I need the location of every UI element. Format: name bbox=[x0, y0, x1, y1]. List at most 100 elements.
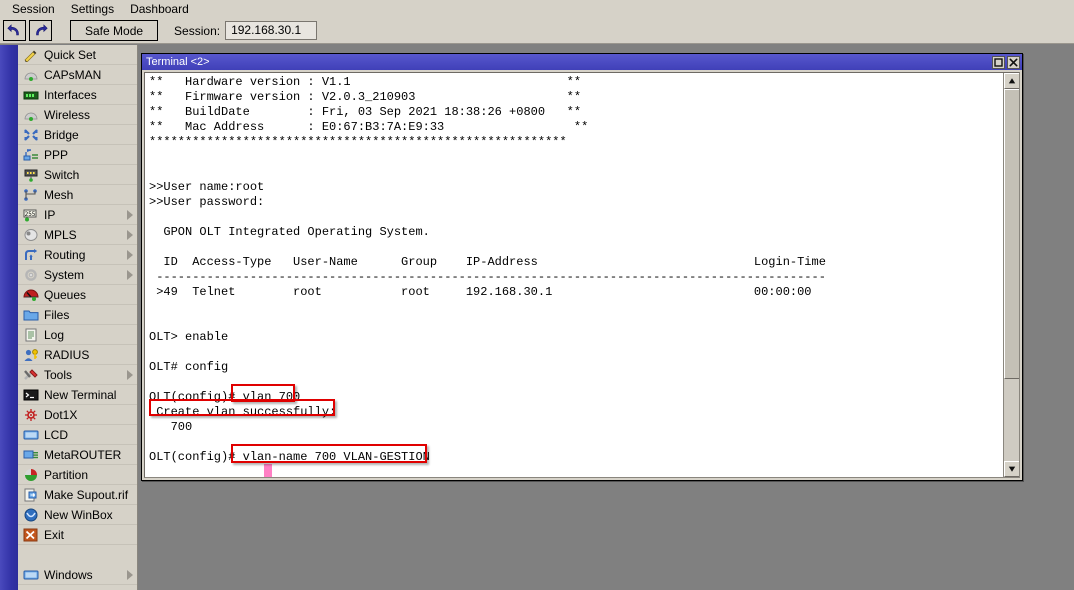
sidebar-item-windows[interactable]: Windows bbox=[18, 565, 138, 585]
terminal-body: ** Hardware version : V1.1 ** ** Firmwar… bbox=[142, 70, 1022, 480]
interfaces-icon bbox=[22, 87, 40, 103]
terminal-title-bar[interactable]: Terminal <2> bbox=[142, 54, 1022, 70]
sidebar-menu-list: Quick Set CAPsMAN Interfaces Wireless Bridge… bbox=[18, 45, 138, 590]
sidebar-item-new-winbox[interactable]: New WinBox bbox=[18, 505, 138, 525]
redo-arrow-icon bbox=[33, 24, 48, 37]
routing-icon bbox=[23, 248, 39, 262]
sidebar-separator bbox=[18, 545, 138, 565]
sidebar-item-quick-set[interactable]: Quick Set bbox=[18, 45, 138, 65]
terminal-window: Terminal <2> ** Hardware version : V1.1 … bbox=[141, 53, 1023, 481]
sidebar-item-ppp[interactable]: PPP bbox=[18, 145, 138, 165]
wand-icon bbox=[23, 48, 39, 62]
undo-arrow-icon bbox=[7, 24, 22, 37]
sidebar-item-dot1x[interactable]: Dot1X bbox=[18, 405, 138, 425]
sidebar-item-label: MPLS bbox=[44, 228, 77, 242]
partition-icon bbox=[22, 467, 40, 483]
sidebar-item-bridge[interactable]: Bridge bbox=[18, 125, 138, 145]
sidebar-item-label: MetaROUTER bbox=[44, 448, 121, 462]
sidebar-item-queues[interactable]: Queues bbox=[18, 285, 138, 305]
terminal-output-area[interactable]: ** Hardware version : V1.1 ** ** Firmwar… bbox=[144, 72, 1020, 478]
sidebar-item-label: CAPsMAN bbox=[44, 68, 101, 82]
mpls-icon bbox=[23, 228, 39, 242]
metarouter-icon bbox=[22, 447, 40, 463]
scroll-up-button[interactable] bbox=[1004, 73, 1020, 89]
sidebar-item-routing[interactable]: Routing bbox=[18, 245, 138, 265]
sidebar-item-radius[interactable]: RADIUS bbox=[18, 345, 138, 365]
terminal-text: ** Hardware version : V1.1 ** ** Firmwar… bbox=[149, 75, 1001, 478]
scroll-down-arrow-icon bbox=[1008, 465, 1016, 473]
scroll-up-arrow-icon bbox=[1008, 77, 1016, 85]
redo-button[interactable] bbox=[29, 20, 52, 41]
queues-icon bbox=[23, 288, 39, 302]
ip-255-icon: 255 bbox=[22, 207, 40, 223]
sidebar-item-partition[interactable]: Partition bbox=[18, 465, 138, 485]
sidebar-item-ip[interactable]: 255 IP bbox=[18, 205, 138, 225]
ppp-icon bbox=[22, 147, 40, 163]
chevron-right-icon bbox=[127, 230, 133, 240]
sidebar-item-label: Dot1X bbox=[44, 408, 77, 422]
sidebar-item-metarouter[interactable]: MetaROUTER bbox=[18, 445, 138, 465]
menu-item-dashboard[interactable]: Dashboard bbox=[122, 1, 197, 17]
sidebar-item-tools[interactable]: Tools bbox=[18, 365, 138, 385]
sidebar-item-capsman[interactable]: CAPsMAN bbox=[18, 65, 138, 85]
switch-icon bbox=[22, 167, 40, 183]
main-toolbar: Safe Mode Session: 192.168.30.1 bbox=[0, 18, 1074, 44]
maximize-icon bbox=[994, 58, 1003, 67]
scrollbar-thumb[interactable] bbox=[1004, 89, 1020, 379]
session-address-field[interactable]: 192.168.30.1 bbox=[225, 21, 317, 40]
menu-item-settings[interactable]: Settings bbox=[63, 1, 122, 17]
sidebar-item-label: PPP bbox=[44, 148, 68, 162]
bridge-icon bbox=[23, 128, 39, 142]
undo-button[interactable] bbox=[3, 20, 26, 41]
mesh-icon bbox=[22, 187, 40, 203]
sidebar-item-label: Quick Set bbox=[44, 48, 96, 62]
chevron-right-icon bbox=[127, 250, 133, 260]
sidebar-item-exit[interactable]: Exit bbox=[18, 525, 138, 545]
wand-icon bbox=[22, 47, 40, 63]
terminal-vertical-scrollbar[interactable] bbox=[1003, 73, 1019, 477]
routing-icon bbox=[22, 247, 40, 263]
gear-icon bbox=[23, 268, 39, 282]
sidebar-item-log[interactable]: Log bbox=[18, 325, 138, 345]
mesh-icon bbox=[23, 188, 39, 202]
sidebar-item-new-terminal[interactable]: New Terminal bbox=[18, 385, 138, 405]
folder-icon bbox=[23, 308, 39, 322]
scrollbar-track[interactable] bbox=[1004, 89, 1020, 461]
sidebar-item-mpls[interactable]: MPLS bbox=[18, 225, 138, 245]
sidebar-item-make-supout-rif[interactable]: Make Supout.rif bbox=[18, 485, 138, 505]
radius-user-icon bbox=[23, 348, 39, 362]
sidebar-item-wireless[interactable]: Wireless bbox=[18, 105, 138, 125]
sidebar-item-label: New WinBox bbox=[44, 508, 113, 522]
terminal-icon bbox=[23, 388, 39, 402]
sidebar-item-interfaces[interactable]: Interfaces bbox=[18, 85, 138, 105]
sidebar-item-label: IP bbox=[44, 208, 55, 222]
safe-mode-button[interactable]: Safe Mode bbox=[70, 20, 158, 41]
scroll-down-button[interactable] bbox=[1004, 461, 1020, 477]
antenna-icon bbox=[23, 68, 39, 82]
ppp-icon bbox=[23, 148, 39, 162]
sidebar-item-label: Bridge bbox=[44, 128, 79, 142]
main-menu-bar: Session Settings Dashboard bbox=[0, 0, 1074, 18]
menu-item-session[interactable]: Session bbox=[4, 1, 63, 17]
sidebar-item-label: Queues bbox=[44, 288, 86, 302]
sidebar-item-lcd[interactable]: LCD bbox=[18, 425, 138, 445]
supout-icon bbox=[23, 488, 39, 502]
chevron-right-icon bbox=[127, 210, 133, 220]
exit-icon bbox=[22, 527, 40, 543]
sidebar-item-label: Wireless bbox=[44, 108, 90, 122]
sidebar-item-label: System bbox=[44, 268, 84, 282]
terminal-maximize-button[interactable] bbox=[992, 56, 1005, 69]
sidebar-item-system[interactable]: System bbox=[18, 265, 138, 285]
sidebar-item-switch[interactable]: Switch bbox=[18, 165, 138, 185]
terminal-close-button[interactable] bbox=[1007, 56, 1020, 69]
sidebar-item-label: Mesh bbox=[44, 188, 73, 202]
dot1x-icon bbox=[22, 407, 40, 423]
terminal-icon bbox=[22, 387, 40, 403]
ip-255-icon: 255 bbox=[23, 208, 39, 222]
sidebar-item-label: Partition bbox=[44, 468, 88, 482]
sidebar-item-mesh[interactable]: Mesh bbox=[18, 185, 138, 205]
sidebar-item-label: Routing bbox=[44, 248, 85, 262]
sidebar-item-files[interactable]: Files bbox=[18, 305, 138, 325]
monitor-icon bbox=[23, 428, 39, 442]
dot1x-icon bbox=[23, 408, 39, 422]
